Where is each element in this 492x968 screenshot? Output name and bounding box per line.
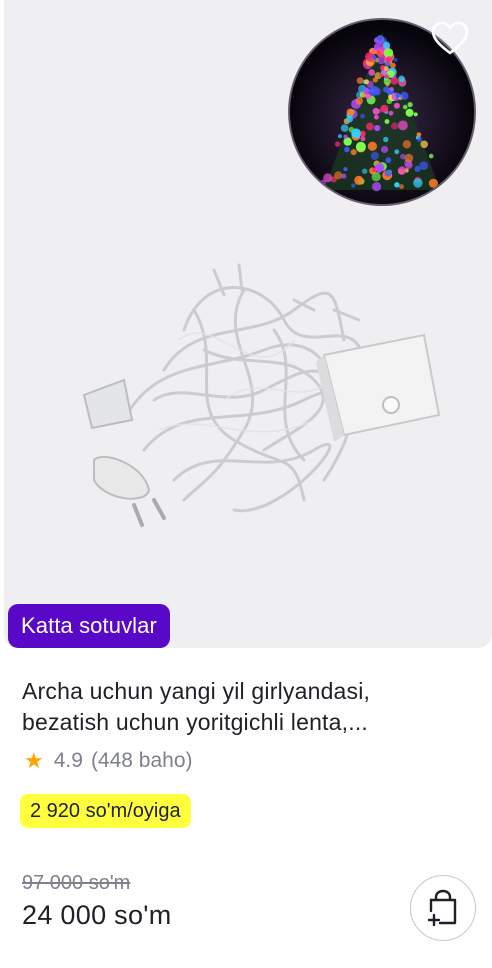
- rating-score: 4.9: [53, 749, 83, 772]
- shopping-bag-plus-icon: [427, 889, 457, 927]
- installment-price-badge: 2 920 so'm/oyiga: [20, 794, 191, 828]
- product-title-line-1: Archa uchun yangi yil girlyandasi,: [22, 678, 371, 704]
- review-count: (448 baho): [90, 749, 193, 772]
- current-price: 24 000 so'm: [22, 900, 172, 930]
- add-to-cart-button[interactable]: [410, 875, 476, 941]
- product-rating: ★ 4.9 (448 baho): [22, 746, 193, 776]
- bestseller-badge: Katta sotuvlar: [8, 604, 170, 648]
- old-price: 97 000 so'm: [22, 872, 131, 894]
- garland-product-photo: [82, 263, 441, 527]
- favorite-button[interactable]: [428, 16, 472, 60]
- star-icon: ★: [24, 748, 44, 773]
- product-image-area[interactable]: Katta sotuvlar: [4, 0, 492, 648]
- heart-outline-icon: [431, 21, 469, 55]
- product-title[interactable]: Archa uchun yangi yil girlyandasi, bezat…: [22, 676, 472, 738]
- product-title-line-2: bezatish uchun yoritgichli lenta,...: [22, 709, 369, 735]
- product-card[interactable]: Katta sotuvlar Archa uchun yangi yil gir…: [0, 0, 492, 968]
